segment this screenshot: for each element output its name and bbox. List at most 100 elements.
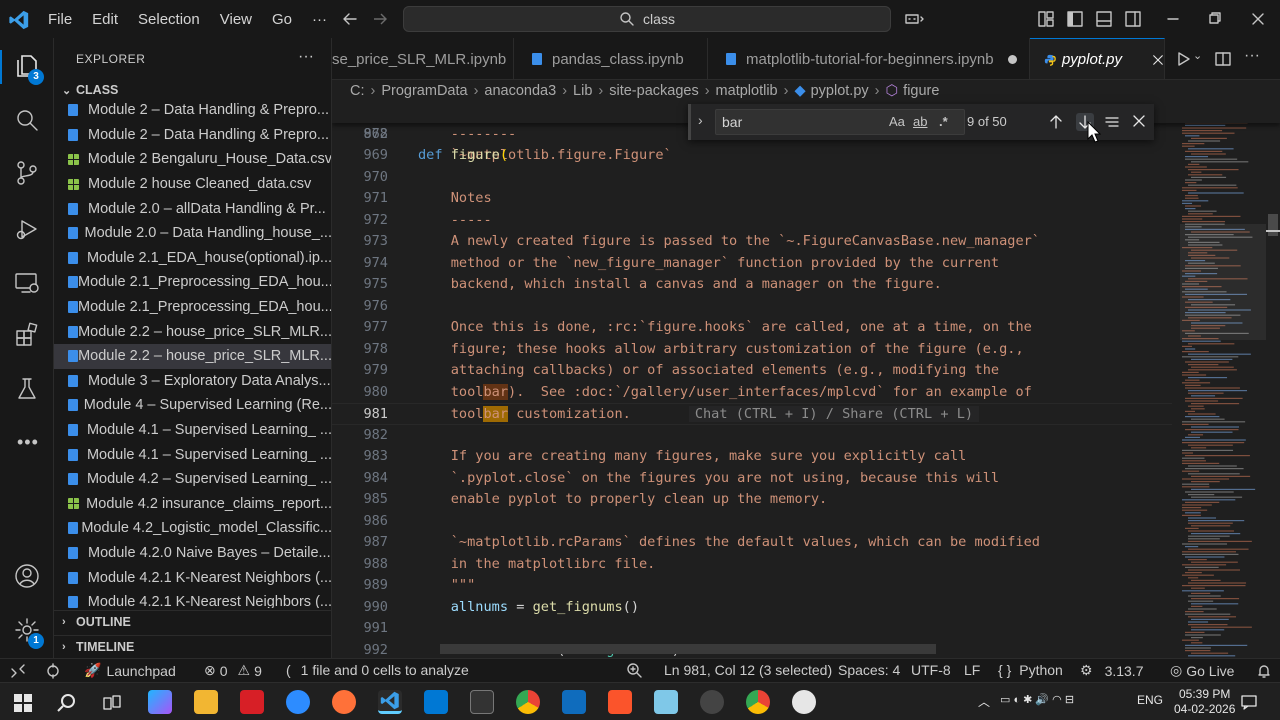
source-control-icon[interactable] [13, 159, 41, 187]
zoom-app-icon[interactable] [286, 690, 310, 714]
file-item[interactable]: Module 2.0 – Data Handling_house_... [54, 221, 331, 246]
search-icon[interactable] [13, 106, 41, 134]
remote-explorer-icon[interactable] [13, 269, 41, 297]
code-line[interactable]: 977 Once this is done, :rc:`figure.hooks… [332, 317, 1172, 339]
code-line[interactable]: 987 `~matplotlib.rcParams` defines the d… [332, 532, 1172, 554]
copilot-icon[interactable] [903, 9, 925, 29]
go-live-button[interactable]: ◎ Go Live [1170, 662, 1234, 679]
notes-app-icon[interactable] [654, 690, 678, 714]
code-editor[interactable]: 872 def figure( 968 -------- 969 `~matplo… [332, 102, 1280, 658]
wps-office-app-icon[interactable] [240, 690, 264, 714]
code-line[interactable]: 988 in the matplotlibrc file. [332, 554, 1172, 576]
notifications-bell-icon[interactable] [1256, 663, 1272, 679]
copilot-app-icon[interactable] [148, 690, 172, 714]
vertical-scrollbar[interactable] [1266, 102, 1280, 658]
tab-house-price-notebook[interactable]: se_price_SLR_MLR.ipynb [332, 38, 514, 79]
file-item[interactable]: Module 4.2 – Supervised Learning_ ... [54, 467, 331, 492]
menu-go[interactable]: Go [262, 11, 302, 28]
account-icon[interactable] [13, 562, 41, 590]
file-item[interactable]: Module 4.2.1 K-Nearest Neighbors (... [54, 590, 331, 608]
notification-center-icon[interactable] [1240, 693, 1258, 711]
code-line[interactable]: 985 enable pyplot to properly clean up t… [332, 489, 1172, 511]
file-item[interactable]: Module 2 Bengaluru_House_Data.csv [54, 147, 331, 172]
file-item[interactable]: Module 2.1_EDA_house(optional).ip... [54, 246, 331, 271]
menu-view[interactable]: View [210, 11, 262, 28]
menu-more[interactable]: ··· [302, 11, 337, 28]
problems-item[interactable]: ⊗ 0 ⚠ 9 [204, 662, 262, 679]
code-line[interactable]: 981 toolbar customization. Chat (CTRL + I… [332, 403, 1172, 425]
menu-selection[interactable]: Selection [128, 11, 210, 28]
chrome-app-icon[interactable] [516, 690, 540, 714]
toggle-replace-chevron-icon[interactable]: › [698, 112, 703, 128]
code-line[interactable]: 975 backend, which install a canvas and … [332, 274, 1172, 296]
sync-icon[interactable] [45, 663, 61, 679]
toggle-primary-sidebar-icon[interactable] [1065, 9, 1085, 29]
code-line[interactable]: 972 ----- [332, 210, 1172, 232]
file-item[interactable]: Module 2.2 – house_price_SLR_MLR... [54, 343, 331, 369]
remote-indicator-icon[interactable] [10, 663, 26, 679]
horizontal-scrollbar[interactable] [440, 644, 936, 654]
file-explorer-app-icon[interactable] [194, 690, 218, 714]
breadcrumb-pyplot[interactable]: pyplot.py [811, 83, 869, 99]
minimize-icon[interactable] [1165, 9, 1181, 29]
breadcrumb-lib[interactable]: Lib [573, 83, 592, 99]
analysis-status[interactable]: (1 file and 0 cells to analyze [286, 662, 469, 678]
tab-matplotlib-tutorial[interactable]: matplotlib-tutorial-for-beginners.ipynb [708, 38, 1030, 79]
minimap-viewport[interactable] [1180, 224, 1266, 340]
testing-icon[interactable] [13, 375, 41, 403]
task-view-icon[interactable] [102, 693, 122, 713]
code-line[interactable]: 986 [332, 511, 1172, 533]
breadcrumb-site-packages[interactable]: site-packages [609, 83, 698, 99]
customize-layout-icon[interactable] [1036, 9, 1056, 29]
run-python-icon[interactable] [1174, 50, 1192, 68]
menu-file[interactable]: File [38, 11, 82, 28]
code-line[interactable]: 971 Notes [332, 188, 1172, 210]
end-of-line[interactable]: LF [964, 662, 980, 678]
outline-section[interactable]: › OUTLINE [54, 610, 331, 632]
code-line[interactable]: 982 [332, 425, 1172, 447]
inline-chat-hint[interactable]: Chat (CTRL + I) / Share (CTRL + L) [688, 406, 980, 422]
file-item[interactable]: Module 4.1 – Supervised Learning_ ... [54, 418, 331, 443]
toggle-panel-icon[interactable] [1094, 9, 1114, 29]
code-line[interactable]: 983 If you are creating many figures, ma… [332, 446, 1172, 468]
cursor-position[interactable]: Ln 981, Col 12 (3 selected) [664, 662, 832, 678]
breadcrumb-figure[interactable]: figure [903, 83, 939, 99]
editor-more-actions-icon[interactable]: ··· [1244, 47, 1260, 65]
zoom-item[interactable] [626, 662, 642, 678]
tab-pandas-class[interactable]: pandas_class.ipynb [514, 38, 708, 79]
chrome-profile-app-icon[interactable] [746, 690, 770, 714]
indentation[interactable]: Spaces: 4 [838, 662, 900, 678]
code-line[interactable]: 990 allnums = get_fignums() [332, 597, 1172, 619]
file-item[interactable]: Module 4.2 insurance_claims_report... [54, 492, 331, 517]
file-item[interactable]: Module 4.1 – Supervised Learning_ ... [54, 442, 331, 467]
python-interpreter[interactable]: ⚙ 3.13.7 [1080, 662, 1144, 679]
encoding[interactable]: UTF-8 [911, 662, 951, 678]
code-line[interactable]: 980 toolbar). See :doc:`/gallery/user_in… [332, 382, 1172, 404]
timeline-section[interactable]: › TIMELINE [54, 635, 331, 657]
code-line[interactable]: 976 [332, 296, 1172, 318]
find-in-selection-icon[interactable] [1104, 113, 1120, 131]
file-item[interactable]: Module 2 – Data Handling & Prepro... [54, 123, 331, 148]
code-line[interactable]: 970 [332, 167, 1172, 189]
code-line[interactable]: 984 `.pyplot.close` on the figures you a… [332, 468, 1172, 490]
file-item[interactable]: Module 3 – Exploratory Data Analys... [54, 369, 331, 394]
code-line[interactable]: 973 A newly created figure is passed to … [332, 231, 1172, 253]
back-arrow-icon[interactable] [340, 9, 360, 29]
match-whole-word-icon[interactable]: ab [913, 114, 927, 129]
tab-pyplot[interactable]: pyplot.py [1030, 38, 1165, 79]
menu-edit[interactable]: Edit [82, 11, 128, 28]
file-item[interactable]: Module 2.2 – house_price_SLR_MLR... [54, 319, 331, 344]
github-desktop-app-icon[interactable] [700, 690, 724, 714]
launchpad-item[interactable]: 🚀 Launchpad [84, 662, 176, 679]
file-item[interactable]: Module 2.0 – allData Handling & Pr... [54, 196, 331, 221]
explorer-more-icon[interactable]: ··· [298, 48, 314, 66]
tray-app-icons[interactable]: ▭ ◐ ✱ 🔊 ◠ ⊟ [1000, 693, 1074, 706]
regex-icon[interactable]: .* [939, 114, 948, 129]
show-hidden-icons-chevron-icon[interactable]: ︿ [978, 693, 990, 710]
toggle-secondary-sidebar-icon[interactable] [1123, 9, 1143, 29]
file-item[interactable]: Module 2.1_Preprocessing_EDA_hou... [54, 270, 331, 295]
brave-app-icon[interactable] [608, 690, 632, 714]
breadcrumb-drive[interactable]: C: [350, 83, 365, 99]
extensions-icon[interactable] [13, 321, 41, 349]
clock[interactable]: 05:39 PM 04-02-2026 [1174, 687, 1235, 717]
